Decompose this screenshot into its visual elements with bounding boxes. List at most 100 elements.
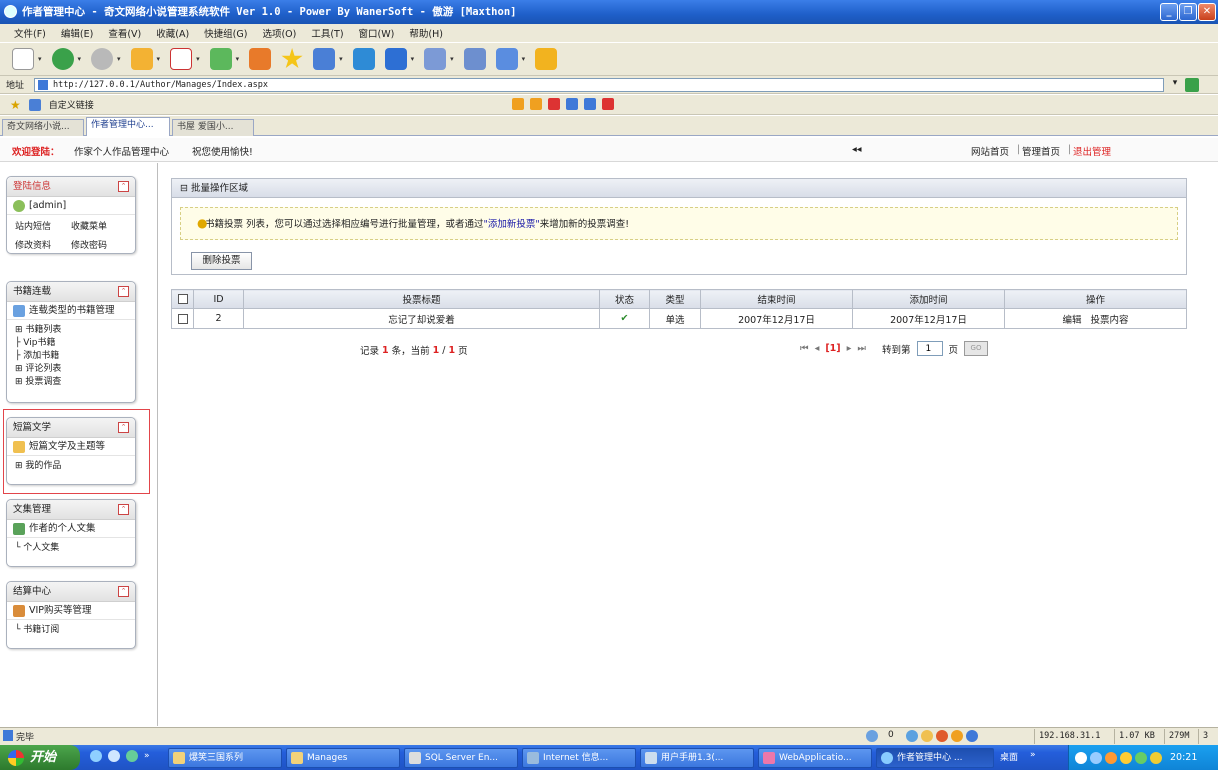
collapse-icon[interactable]: ⊟ <box>180 183 191 194</box>
more-icon[interactable]: » <box>144 751 150 761</box>
columns-icon[interactable] <box>424 48 447 70</box>
ie-icon[interactable] <box>90 750 102 762</box>
tab-author-center[interactable]: 作者管理中心... <box>86 117 170 136</box>
star-icon[interactable]: ★ <box>10 98 21 112</box>
minimize-tab-icon[interactable] <box>566 98 578 110</box>
link-messages[interactable]: 站内短信 <box>15 219 71 232</box>
chevron-down-icon[interactable]: ▾ <box>157 55 161 63</box>
expand-icon[interactable]: ⊞ <box>15 364 25 374</box>
tree-item-label[interactable]: 投票调查 <box>25 377 61 387</box>
menu-options[interactable]: 选项(O) <box>262 26 296 40</box>
edit-icon[interactable] <box>495 48 518 70</box>
minimize-button[interactable]: _ <box>1160 3 1178 21</box>
first-page-icon[interactable]: ⏮ <box>800 343 809 354</box>
tab-qiwen[interactable]: 奇文网络小说... <box>2 119 84 136</box>
go-button[interactable]: GO <box>964 341 989 356</box>
close-all-icon[interactable] <box>602 98 614 110</box>
col-added-time[interactable]: 添加时间 <box>852 289 1005 309</box>
chevron-down-icon[interactable]: ▾ <box>117 55 121 63</box>
qq-icon[interactable] <box>1105 751 1117 764</box>
tree-item[interactable]: ⊞ 投票调查 <box>15 376 135 389</box>
expand-icon[interactable]: ⊞ <box>15 377 25 387</box>
menu-view[interactable]: 查看(V) <box>108 26 141 40</box>
chevron-down-icon[interactable]: ▾ <box>522 55 526 63</box>
add-vote-link[interactable]: "添加新投票" <box>484 219 540 230</box>
custom-links[interactable]: 自定义链接 <box>49 98 94 111</box>
restore-button[interactable]: ❐ <box>1179 3 1197 21</box>
link-logout[interactable]: 退出管理 <box>1073 144 1111 158</box>
desktop-icon[interactable] <box>108 750 120 762</box>
tray-icon[interactable] <box>1135 751 1147 764</box>
menu-help[interactable]: 帮助(H) <box>409 26 443 40</box>
chevron-down-icon[interactable]: ▾ <box>450 55 454 63</box>
task-item[interactable]: 爆笑三国系列 <box>168 748 282 768</box>
new-page-icon[interactable] <box>12 48 34 70</box>
next-window-icon[interactable] <box>530 98 542 110</box>
link-change-password[interactable]: 修改密码 <box>71 238 127 251</box>
tile-icon[interactable] <box>584 98 596 110</box>
tree-item[interactable]: ⊞ 书籍列表 <box>15 324 135 337</box>
up-icon[interactable] <box>130 48 153 70</box>
close-tab-icon[interactable] <box>548 98 560 110</box>
chart-icon[interactable] <box>352 48 375 70</box>
menu-groups[interactable]: 快捷组(G) <box>204 26 247 40</box>
menu-tools[interactable]: 工具(T) <box>311 26 343 40</box>
delete-vote-button[interactable]: 删除投票 <box>191 252 252 270</box>
tree-item-label[interactable]: Vip书籍 <box>23 338 55 348</box>
tree-item[interactable]: ├ Vip书籍 <box>15 337 135 350</box>
page-link-1[interactable]: [1] <box>825 343 840 354</box>
task-item[interactable]: Manages <box>286 748 400 768</box>
task-item[interactable]: WebApplicatio... <box>758 748 872 768</box>
block-icon[interactable] <box>936 730 948 742</box>
menu-favorites[interactable]: 收藏(A) <box>156 26 189 40</box>
chevron-down-icon[interactable]: ▾ <box>78 55 82 63</box>
menu-edit[interactable]: 编辑(E) <box>61 26 93 40</box>
network-icon[interactable] <box>906 730 918 742</box>
col-end-time[interactable]: 结束时间 <box>700 289 853 309</box>
col-title[interactable]: 投票标题 <box>243 289 600 309</box>
prev-page-icon[interactable]: ◂ <box>815 343 820 354</box>
chevron-down-icon[interactable]: ▾ <box>411 55 415 63</box>
address-input[interactable]: http://127.0.0.1/Author/Manages/Index.as… <box>34 78 1164 92</box>
menu-file[interactable]: 文件(F) <box>14 26 46 40</box>
tray-icon[interactable] <box>1150 751 1162 764</box>
chevron-down-icon[interactable]: ▾ <box>38 55 42 63</box>
close-button[interactable]: ✕ <box>1198 3 1216 21</box>
chevron-down-icon[interactable]: ▾ <box>339 55 343 63</box>
layout-icon[interactable] <box>463 48 486 70</box>
row-checkbox[interactable] <box>177 313 188 324</box>
more-icon[interactable]: » <box>1030 750 1036 760</box>
tree-item[interactable]: ⊞ 评论列表 <box>15 363 135 376</box>
tray-icon[interactable] <box>1120 751 1132 764</box>
collapse-icon[interactable]: ⌃ <box>118 586 129 597</box>
menu-window[interactable]: 窗口(W) <box>359 26 395 40</box>
task-item-active[interactable]: 作者管理中心 ... <box>876 748 994 768</box>
globe-icon[interactable] <box>866 730 878 745</box>
app-icon[interactable] <box>126 750 138 762</box>
select-all-checkbox[interactable] <box>177 294 188 304</box>
refresh-icon[interactable] <box>209 48 232 70</box>
screen-icon[interactable] <box>966 730 978 742</box>
expand-icon[interactable]: ⊞ <box>15 325 25 335</box>
vote-content-link[interactable]: 投票内容 <box>1091 315 1129 326</box>
next-page-icon[interactable]: ▸ <box>847 343 852 354</box>
desktop-toolbar[interactable]: 桌面 <box>1000 750 1018 763</box>
tree-item-label[interactable]: 个人文集 <box>23 543 59 553</box>
groups-icon[interactable] <box>313 48 336 70</box>
last-page-icon[interactable]: ⏭ <box>857 343 866 354</box>
tray-icon[interactable] <box>1090 751 1102 764</box>
collapse-icon[interactable]: ⌃ <box>118 504 129 515</box>
chevron-down-icon[interactable]: ▾ <box>196 55 200 63</box>
tree-item-label[interactable]: 书籍列表 <box>25 325 61 335</box>
col-status[interactable]: 状态 <box>599 289 650 309</box>
undo-icon[interactable] <box>384 48 407 70</box>
collapse-sidebar-icon[interactable]: ◂◂ <box>852 144 862 155</box>
task-item[interactable]: SQL Server En... <box>404 748 518 768</box>
home-icon[interactable] <box>249 48 272 70</box>
forward-icon[interactable] <box>91 48 114 70</box>
task-item[interactable]: Internet 信息... <box>522 748 636 768</box>
collapse-icon[interactable]: ⌃ <box>118 181 129 192</box>
go-arrow-icon[interactable] <box>1185 78 1199 92</box>
tree-item[interactable]: └ 个人文集 <box>15 542 135 555</box>
tree-item[interactable]: └ 书籍订阅 <box>15 624 135 637</box>
